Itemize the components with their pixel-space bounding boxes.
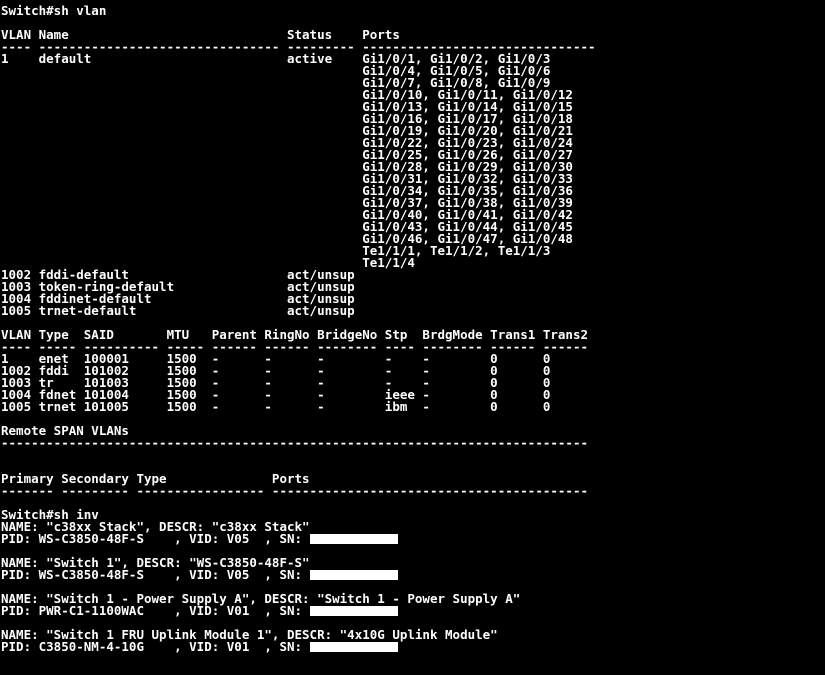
terminal-line: 1005 trnet 101005 1500 - - - ibm - 0 0 — [1, 399, 825, 414]
terminal-line-text: ------- --------- ----------------- ----… — [1, 483, 588, 498]
terminal-line-text: 1005 trnet-default act/unsup — [1, 303, 355, 318]
redacted-serial-number — [309, 570, 398, 580]
terminal-line: ------- --------- ----------------- ----… — [1, 483, 825, 498]
terminal-window[interactable]: Switch#sh vlan VLAN Name Status Ports ----… — [0, 0, 825, 675]
terminal-line: PID: WS-C3850-48F-S , VID: V05 , SN: — [1, 567, 825, 582]
redacted-serial-number — [309, 606, 398, 616]
terminal-line-text: PID: PWR-C1-1100WAC , VID: V01 , SN: — [1, 603, 310, 618]
terminal-line: Switch#sh vlan — [1, 3, 825, 18]
terminal-line: PID: WS-C3850-48F-S , VID: V05 , SN: — [1, 531, 825, 546]
terminal-line-text: 1005 trnet 101005 1500 - - - ibm - 0 0 — [1, 399, 551, 414]
terminal-line-text: PID: WS-C3850-48F-S , VID: V05 , SN: — [1, 531, 310, 546]
redacted-serial-number — [309, 642, 398, 652]
terminal-line: 1005 trnet-default act/unsup — [1, 303, 825, 318]
terminal-line: PID: C3850-NM-4-10G , VID: V01 , SN: — [1, 639, 825, 654]
terminal-line: ----------------------------------------… — [1, 435, 825, 450]
redacted-serial-number — [309, 534, 398, 544]
terminal-line-text: PID: C3850-NM-4-10G , VID: V01 , SN: — [1, 639, 310, 654]
terminal-line-text: ----------------------------------------… — [1, 435, 588, 450]
terminal-line: PID: PWR-C1-1100WAC , VID: V01 , SN: — [1, 603, 825, 618]
terminal-line-text: PID: WS-C3850-48F-S , VID: V05 , SN: — [1, 567, 310, 582]
terminal-line-text: Switch#sh vlan — [1, 3, 107, 18]
